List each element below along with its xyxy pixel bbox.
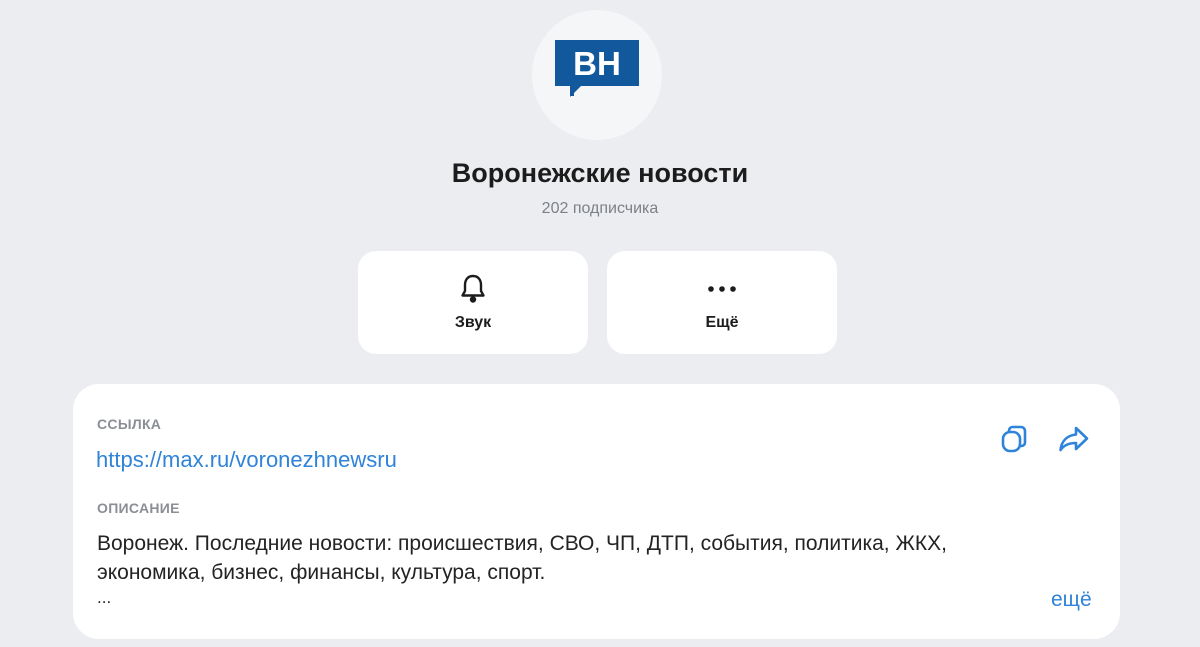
copy-button[interactable] [997, 424, 1031, 458]
more-button[interactable]: Ещё [607, 251, 837, 354]
channel-info-card: ССЫЛКА https://max.ru/voronezhnewsru ОПИ… [73, 384, 1120, 639]
logo-tail-point [570, 85, 582, 97]
description-line: экономика, бизнес, финансы, культура, сп… [97, 561, 546, 584]
share-button[interactable] [1057, 424, 1091, 458]
channel-avatar[interactable]: BH [532, 10, 662, 140]
more-label: Ещё [705, 314, 739, 331]
description-section-label: ОПИСАНИЕ [97, 500, 180, 516]
bell-icon [358, 273, 588, 305]
expand-description-link[interactable]: ещё [1051, 588, 1092, 612]
channel-description: Воронеж. Последние новости: происшествия… [97, 529, 1077, 609]
sound-button[interactable]: Звук [358, 251, 588, 354]
channel-logo: BH [555, 40, 639, 104]
share-icon [1057, 424, 1091, 459]
more-dots-icon [607, 273, 837, 305]
subscriber-count: 202 подписчика [541, 200, 659, 217]
description-line: Воронеж. Последние новости: происшествия… [97, 532, 947, 555]
description-ellipsis: ... [97, 588, 112, 607]
logo-text: BH [573, 44, 621, 82]
sound-label: Звук [454, 314, 492, 331]
logo-box: BH [555, 40, 639, 86]
copy-icon [998, 423, 1030, 460]
channel-link[interactable]: https://max.ru/voronezhnewsru [96, 447, 397, 473]
link-section-label: ССЫЛКА [97, 416, 162, 432]
channel-title: Воронежские новости [451, 158, 749, 188]
